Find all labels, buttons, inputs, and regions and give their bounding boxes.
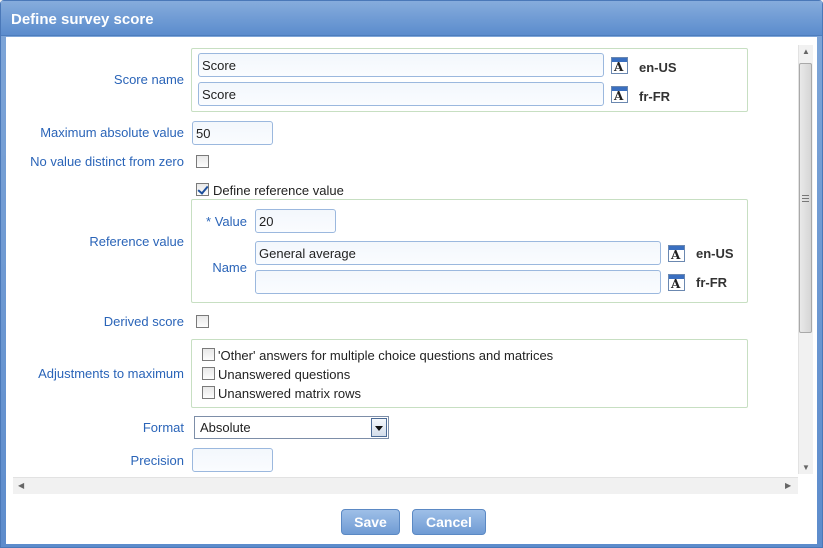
cancel-button[interactable]: Cancel [412, 509, 486, 535]
lang-fr-fr: fr-FR [696, 275, 728, 290]
save-button[interactable]: Save [341, 509, 400, 535]
dialog-footer: Save Cancel [6, 494, 817, 544]
ref-name-label: Name [212, 260, 247, 275]
derived-label: Derived score [103, 314, 184, 329]
format-value: Absolute [200, 420, 251, 435]
precision-label: Precision [130, 453, 184, 468]
ref-name-fr-input[interactable] [255, 270, 661, 294]
translate-icon[interactable]: A [668, 245, 685, 262]
dialog-content: Score name A en-US A fr-FR Maximum absol… [6, 37, 817, 494]
dialog: Define survey score Score name A en-US A… [0, 0, 823, 548]
grip-line [802, 195, 809, 196]
horizontal-scrollbar[interactable] [13, 477, 798, 494]
translate-icon[interactable]: A [611, 57, 628, 74]
adjust-unanswered-checkbox[interactable] [202, 367, 215, 380]
translate-icon[interactable]: A [668, 274, 685, 291]
reference-label: Reference value [89, 234, 184, 249]
max-abs-label: Maximum absolute value [40, 125, 184, 140]
grip-line [802, 198, 809, 199]
no-value-label: No value distinct from zero [30, 154, 184, 169]
scroll-up-icon[interactable]: ▲ [802, 47, 810, 56]
score-name-en-input[interactable] [198, 53, 604, 77]
scroll-down-icon[interactable]: ▼ [802, 463, 810, 472]
format-select[interactable]: Absolute [194, 416, 389, 439]
adjust-other-label: 'Other' answers for multiple choice ques… [218, 348, 554, 363]
scroll-right-icon[interactable]: ▶ [785, 481, 791, 490]
chevron-down-icon[interactable] [371, 418, 387, 437]
score-name-label: Score name [113, 72, 184, 87]
adjust-label: Adjustments to maximum [38, 366, 184, 381]
define-ref-label: Define reference value [213, 183, 344, 198]
adjust-matrix-label: Unanswered matrix rows [218, 386, 362, 401]
lang-en-us: en-US [639, 60, 677, 75]
adjust-other-checkbox[interactable] [202, 348, 215, 361]
no-value-checkbox[interactable] [196, 155, 209, 168]
derived-checkbox[interactable] [196, 315, 209, 328]
translate-icon[interactable]: A [611, 86, 628, 103]
precision-input[interactable] [192, 448, 273, 472]
ref-value-input[interactable] [255, 209, 336, 233]
ref-name-en-input[interactable] [255, 241, 661, 265]
scroll-left-icon[interactable]: ◀ [18, 481, 24, 490]
max-abs-input[interactable] [192, 121, 273, 145]
grip-line [802, 201, 809, 202]
score-name-fr-input[interactable] [198, 82, 604, 106]
lang-en-us: en-US [696, 246, 734, 261]
format-label: Format [142, 420, 184, 435]
adjust-unanswered-label: Unanswered questions [218, 367, 351, 382]
define-ref-checkbox[interactable] [196, 183, 209, 196]
ref-value-label: * Value [206, 214, 247, 229]
dialog-title: Define survey score [1, 1, 822, 36]
lang-fr-fr: fr-FR [639, 89, 671, 104]
adjust-matrix-checkbox[interactable] [202, 386, 215, 399]
